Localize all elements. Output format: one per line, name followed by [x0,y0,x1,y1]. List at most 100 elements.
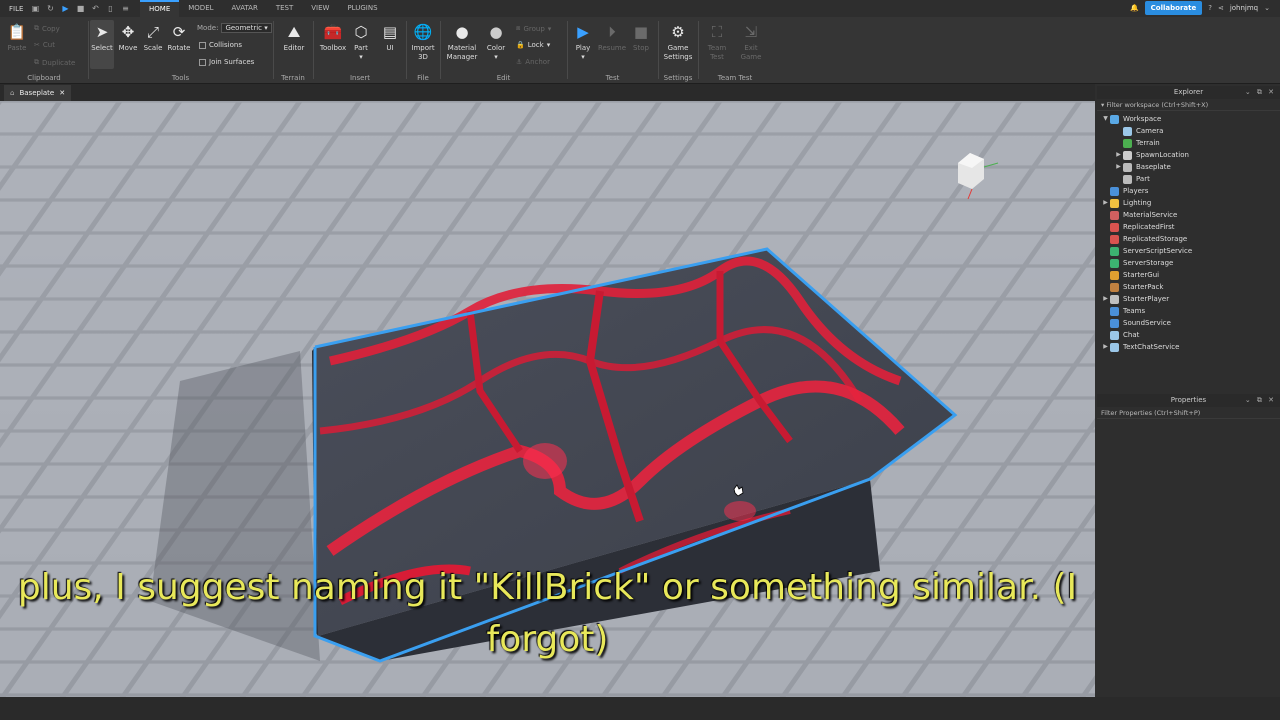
notification-icon[interactable]: 🔔 [1130,4,1139,12]
team-test-button[interactable]: ⛶ Team Test [703,23,731,62]
exit-game-button[interactable]: ⇲ Exit Game [737,23,765,62]
explorer-item[interactable]: ▶ StarterPlayer [1097,293,1280,305]
undo-icon[interactable]: ↶ [91,4,100,13]
explorer-item[interactable]: Camera [1097,125,1280,137]
stop-button[interactable]: ■ Stop [629,23,653,53]
explorer-item[interactable]: ServerStorage [1097,257,1280,269]
quick-access-toolbar: ▣ ↻ ▶ ■ ↶ ▯ ≡ [31,4,130,13]
cut-icon: ✂ [34,41,40,49]
collaborate-button[interactable]: Collaborate [1144,1,1203,15]
tab-view[interactable]: VIEW [302,0,338,17]
material-manager-button[interactable]: ● Material Manager [444,23,480,62]
collisions-toggle[interactable]: Collisions [199,41,242,49]
expand-arrow-icon[interactable]: ▶ [1101,341,1110,353]
expand-arrow-icon[interactable]: ▶ [1114,149,1123,161]
username[interactable]: johnjmq [1230,4,1258,12]
explorer-item[interactable]: ▶ Lighting [1097,197,1280,209]
explorer-item[interactable]: ReplicatedStorage [1097,233,1280,245]
explorer-item[interactable]: StarterPack [1097,281,1280,293]
explorer-item[interactable]: ReplicatedFirst [1097,221,1280,233]
tab-plugins[interactable]: PLUGINS [338,0,386,17]
explorer-item[interactable]: ▶ TextChatService [1097,341,1280,353]
explorer-filter-placeholder: Filter workspace (Ctrl+Shift+X) [1106,101,1209,109]
play-button[interactable]: ▶ Play ▾ [571,23,595,62]
tab-avatar[interactable]: AVATAR [223,0,267,17]
lock-button[interactable]: 🔒 Lock ▾ [516,41,550,49]
join-surfaces-checkbox[interactable] [199,58,206,66]
expand-arrow-icon[interactable]: ▶ [1101,293,1110,305]
mode-dropdown[interactable]: Geometric ▾ [221,23,272,33]
rotate-button[interactable]: ⟳ Rotate [167,23,191,53]
explorer-item[interactable]: SoundService [1097,317,1280,329]
collisions-checkbox[interactable] [199,41,206,49]
anchor-button[interactable]: ⚓ Anchor [516,58,550,66]
tab-home[interactable]: HOME [140,0,180,17]
tab-test[interactable]: TEST [267,0,302,17]
expand-arrow-icon[interactable]: ▼ [1101,113,1110,125]
3d-viewport[interactable]: plus, I suggest naming it "KillBrick" or… [0,101,1095,697]
duplicate-button[interactable]: ⧉ Duplicate [34,58,75,67]
explorer-item[interactable]: ▼ Workspace [1097,113,1280,125]
explorer-item[interactable]: ServerScriptService [1097,245,1280,257]
play-icon[interactable]: ▶ [61,4,70,13]
tab-baseplate[interactable]: ⌂ Baseplate ✕ [4,85,72,101]
terrain-editor-button[interactable]: ⛰ Editor [281,23,307,53]
team-test-group-label: Team Test [717,74,753,82]
exit-icon: ⇲ [744,22,758,41]
new-file-icon[interactable]: ▯ [106,4,115,13]
copy-button[interactable]: ⧉ Copy [34,24,60,33]
join-surfaces-toggle[interactable]: Join Surfaces [199,58,254,66]
terrain-group-label: Terrain [281,74,305,82]
cut-button[interactable]: ✂ Cut [34,41,55,49]
game-settings-button[interactable]: ⚙ Game Settings [662,23,694,62]
scale-button[interactable]: ⤢ Scale [141,23,165,53]
explorer-title: Explorer [1173,88,1204,96]
toolbox-button[interactable]: 🧰 Toolbox [317,23,349,53]
more-icon[interactable]: ≡ [121,4,130,13]
tab-model[interactable]: MODEL [179,0,222,17]
chevron-down-icon[interactable]: ⌄ [1264,4,1270,12]
explorer-item[interactable]: Teams [1097,305,1280,317]
move-button[interactable]: ✥ Move [116,23,140,53]
ui-label: UI [386,44,394,52]
explorer-item-label: MaterialService [1123,211,1178,219]
stop-icon[interactable]: ■ [76,4,85,13]
expand-arrow-icon[interactable]: ▶ [1101,197,1110,209]
group-button[interactable]: ⧈ Group ▾ [516,24,551,33]
share-icon[interactable]: ⋖ [1218,4,1224,12]
help-icon[interactable]: ? [1208,4,1212,12]
color-button[interactable]: ● Color ▾ [483,23,509,62]
panel-controls[interactable]: ⌄ ⧉ ✕ [1245,86,1276,99]
explorer-filter-input[interactable]: ▾ Filter workspace (Ctrl+Shift+X) [1097,99,1280,111]
explorer-item[interactable]: ▶ Baseplate [1097,161,1280,173]
explorer-item[interactable]: Part [1097,173,1280,185]
material-label: Material [447,44,477,52]
explorer-item[interactable]: Terrain [1097,137,1280,149]
group-icon: ⧈ [516,24,521,32]
ui-button[interactable]: ▤ UI [380,23,400,53]
play-label: Play [575,44,591,52]
service-icon [1110,198,1119,208]
panel-controls[interactable]: ⌄ ⧉ ✕ [1245,394,1276,407]
expand-arrow-icon[interactable]: ▶ [1114,161,1123,173]
paste-button[interactable]: 📋 Paste [6,23,28,53]
explorer-item-label: Lighting [1123,199,1152,207]
explorer-item[interactable]: Chat [1097,329,1280,341]
file-menu[interactable]: FILE [9,5,31,13]
part-button[interactable]: ⬡ Part ▾ [351,23,371,62]
explorer-item[interactable]: MaterialService [1097,209,1280,221]
resume-button[interactable]: ⏵ Resume [597,23,627,53]
service-icon [1123,126,1132,136]
explorer-item[interactable]: Players [1097,185,1280,197]
import-3d-button[interactable]: 🌐 Import 3D [409,23,437,62]
tools-group: ➤ Select ✥ Move ⤢ Scale ⟳ Rotate Mode: G… [89,17,272,84]
status-bar [0,697,1280,720]
explorer-item[interactable]: StarterGui [1097,269,1280,281]
properties-filter-input[interactable]: Filter Properties (Ctrl+Shift+P) [1097,407,1280,419]
select-button[interactable]: ➤ Select [90,20,114,69]
redo-icon[interactable]: ↻ [46,4,55,13]
explorer-item-label: StarterPack [1123,283,1164,291]
close-icon[interactable]: ✕ [59,85,65,101]
explorer-item[interactable]: ▶ SpawnLocation [1097,149,1280,161]
save-icon[interactable]: ▣ [31,4,40,13]
